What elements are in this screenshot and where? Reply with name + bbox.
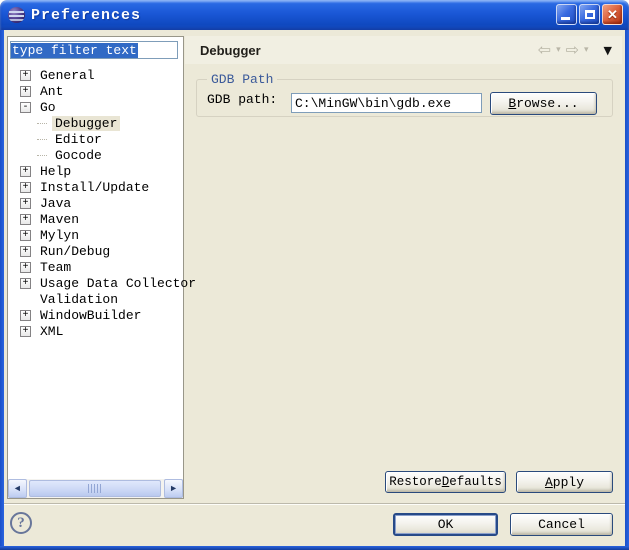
tree-horizontal-scrollbar[interactable]: ◄ ► <box>8 479 183 498</box>
preferences-tree: + General + Ant-GoDebuggerEditorGocode + Help… <box>9 67 182 339</box>
tree-connector-line <box>37 155 47 156</box>
close-button[interactable]: ✕ <box>602 4 623 25</box>
tree-item-maven[interactable]: + Maven <box>9 211 182 227</box>
tree-item-run-debug[interactable]: + Run/Debug <box>9 243 182 259</box>
tree-item-usage-data-collector[interactable]: +Usage Data Collector <box>9 275 182 291</box>
scrollbar-grip-icon <box>88 484 102 493</box>
tree-item-validation[interactable]: Validation <box>9 291 182 307</box>
preferences-dialog: Preferences ✕ type filter text +General+… <box>0 0 629 550</box>
tree-item-mylyn[interactable]: + Mylyn <box>9 227 182 243</box>
tree-item-label: Usage Data Collector <box>37 276 199 291</box>
close-icon: ✕ <box>607 8 618 21</box>
dialog-content: type filter text +General+Ant-GoDebugger… <box>4 30 625 546</box>
header-navigation: ⇦ ▾ ⇨ ▾ ▼ <box>538 42 622 58</box>
expand-icon[interactable]: + <box>20 70 31 81</box>
tree-item-help[interactable]: + Help <box>9 163 182 179</box>
help-button[interactable]: ? <box>10 512 32 534</box>
forward-icon[interactable]: ⇨ <box>566 42 579 58</box>
expand-icon[interactable]: + <box>20 214 31 225</box>
scroll-right-icon: ► <box>171 484 176 494</box>
expand-icon[interactable]: + <box>20 262 31 273</box>
tree-item-windowbuilder[interactable]: + WindowBuilder <box>9 307 182 323</box>
filter-text: type filter text <box>11 43 138 58</box>
tree-item-java[interactable]: + Java <box>9 195 182 211</box>
tree-item-editor[interactable]: Editor <box>9 131 182 147</box>
tree-item-gocode[interactable]: Gocode <box>9 147 182 163</box>
tree-item-team[interactable]: + Team <box>9 259 182 275</box>
window-border-bottom <box>0 546 629 550</box>
page-title: Debugger <box>200 43 261 58</box>
scrollbar-thumb[interactable] <box>29 480 161 497</box>
tree-item-label: WindowBuilder <box>37 308 144 323</box>
help-icon: ? <box>17 515 25 532</box>
tree-item-label: Mylyn <box>37 228 82 243</box>
ok-button[interactable]: OK <box>393 513 498 536</box>
expand-icon[interactable]: + <box>20 86 31 97</box>
maximize-button[interactable] <box>579 4 600 25</box>
tree-item-xml[interactable]: + XML <box>9 323 182 339</box>
expand-icon[interactable]: + <box>20 198 31 209</box>
tree-item-ant[interactable]: + Ant <box>9 83 182 99</box>
expand-icon[interactable]: + <box>20 182 31 193</box>
gdb-path-label: GDB path: <box>207 92 277 107</box>
tree-item-label: Debugger <box>52 116 120 131</box>
tree-item-label: Help <box>37 164 74 179</box>
ok-label: OK <box>438 517 454 532</box>
gdb-path-input[interactable]: C:\MinGW\bin\gdb.exe <box>291 93 482 113</box>
tree-connector-line <box>37 139 47 140</box>
tree-item-label: Editor <box>52 132 105 147</box>
title-bar[interactable]: Preferences ✕ <box>0 0 629 30</box>
tree-item-debugger[interactable]: Debugger <box>9 115 182 131</box>
expand-icon[interactable]: + <box>20 310 31 321</box>
window-title: Preferences <box>31 7 141 24</box>
tree-item-label: Validation <box>37 292 121 307</box>
tree-item-label: Gocode <box>52 148 105 163</box>
tree-connector-line <box>37 123 47 124</box>
tree-item-go[interactable]: -Go <box>9 99 182 115</box>
view-menu-icon[interactable]: ▼ <box>604 45 612 56</box>
window-border-left <box>0 30 4 550</box>
tree-item-label: Run/Debug <box>37 244 113 259</box>
tree-item-label: Ant <box>37 84 66 99</box>
sidebar-tree-panel: type filter text + General + Ant-GoDebugger… <box>7 36 184 499</box>
tree-item-label: Go <box>37 100 59 115</box>
tree-item-label: Team <box>37 260 74 275</box>
cancel-label: Cancel <box>538 517 585 532</box>
back-dropdown-icon[interactable]: ▾ <box>556 46 561 55</box>
footer-separator <box>4 503 625 505</box>
scroll-left-icon: ◄ <box>15 484 20 494</box>
scroll-left-button[interactable]: ◄ <box>8 479 27 498</box>
restore-defaults-button[interactable]: Restore Defaults <box>385 471 506 493</box>
expand-icon[interactable]: + <box>20 166 31 177</box>
window-controls: ✕ <box>556 4 623 25</box>
minimize-icon <box>561 17 570 20</box>
tree-item-label: Maven <box>37 212 82 227</box>
collapse-icon[interactable]: - <box>20 102 31 113</box>
back-icon[interactable]: ⇦ <box>538 42 551 58</box>
browse-button[interactable]: Browse... <box>490 92 597 115</box>
tree-item-label: Java <box>37 196 74 211</box>
apply-button[interactable]: Apply <box>516 471 613 493</box>
tree-item-install-update[interactable]: + Install/Update <box>9 179 182 195</box>
tree-item-general[interactable]: + General <box>9 67 182 83</box>
tree-item-label: Install/Update <box>37 180 152 195</box>
expand-icon[interactable]: + <box>20 326 31 337</box>
minimize-button[interactable] <box>556 4 577 25</box>
maximize-icon <box>585 10 595 19</box>
scroll-right-button[interactable]: ► <box>164 479 183 498</box>
expand-icon[interactable]: + <box>20 278 31 289</box>
expand-icon[interactable]: + <box>20 230 31 241</box>
cancel-button[interactable]: Cancel <box>510 513 613 536</box>
page-header: Debugger ⇦ ▾ ⇨ ▾ ▼ <box>185 36 622 64</box>
gdb-path-group: GDB Path GDB path: C:\MinGW\bin\gdb.exe … <box>196 79 613 117</box>
tree-item-label: XML <box>37 324 66 339</box>
forward-dropdown-icon[interactable]: ▾ <box>584 46 589 55</box>
filter-input[interactable]: type filter text <box>10 41 178 59</box>
eclipse-app-icon <box>8 7 25 23</box>
gdb-path-group-legend: GDB Path <box>207 72 277 87</box>
expand-icon[interactable]: + <box>20 246 31 257</box>
window-border-right <box>625 30 629 550</box>
tree-item-label: General <box>37 68 98 83</box>
gdb-path-value: C:\MinGW\bin\gdb.exe <box>295 96 451 111</box>
